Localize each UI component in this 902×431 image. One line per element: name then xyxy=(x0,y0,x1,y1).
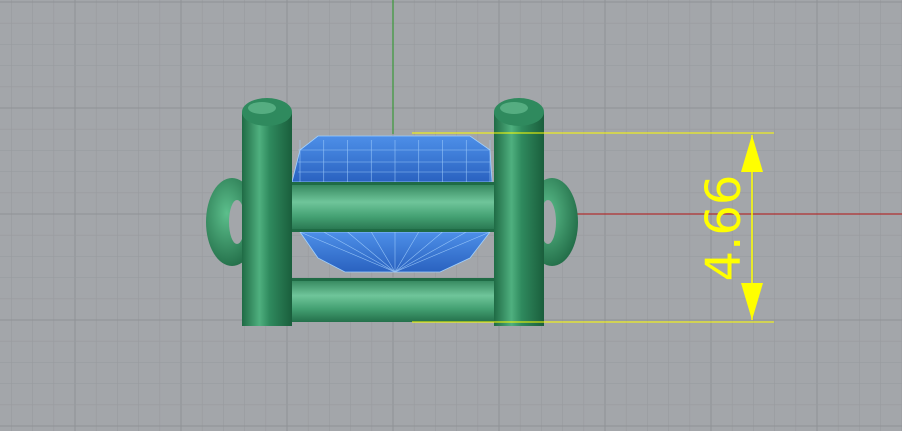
viewport-canvas[interactable]: 4.66 xyxy=(0,0,902,431)
rhino-viewport[interactable]: 4.66 xyxy=(0,0,902,431)
dimension-value: 4.66 xyxy=(696,175,752,282)
upper-crossbar[interactable] xyxy=(288,182,498,232)
dimension-arrow-down-icon xyxy=(741,283,763,320)
left-post[interactable] xyxy=(242,98,292,326)
lower-crossbar[interactable] xyxy=(288,278,498,322)
dimension-arrow-up-icon xyxy=(741,135,763,172)
right-post[interactable] xyxy=(494,98,544,326)
